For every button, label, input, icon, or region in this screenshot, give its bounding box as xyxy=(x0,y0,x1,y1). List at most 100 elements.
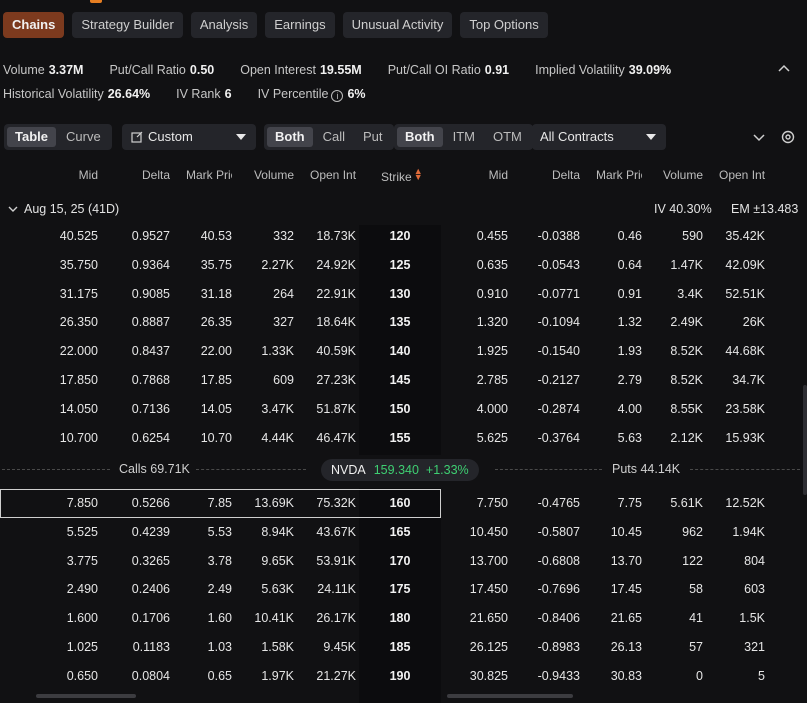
put-mid-cell[interactable]: 26.125 xyxy=(470,640,508,654)
put-delta-cell[interactable]: -0.0543 xyxy=(538,258,580,272)
call-mid-cell[interactable]: 17.850 xyxy=(60,373,98,387)
tab-chains[interactable]: Chains xyxy=(3,12,65,38)
table-row[interactable]: 5.525 0.4239 5.53 8.94K 43.67K 165 10.450 -0.58… xyxy=(0,518,807,547)
call-delta-cell[interactable]: 0.8437 xyxy=(132,344,170,358)
call-open-interest-cell[interactable]: 22.91K xyxy=(316,287,356,301)
put-mid-cell[interactable]: 4.000 xyxy=(477,402,508,416)
put-mark-price-cell[interactable]: 0.64 xyxy=(618,258,642,272)
table-row[interactable]: 2.490 0.2406 2.49 5.63K 24.11K 175 17.450 -0.76… xyxy=(0,575,807,604)
put-volume-cell[interactable]: 590 xyxy=(682,229,703,243)
type-call-button[interactable]: Call xyxy=(315,127,353,147)
call-volume-cell[interactable]: 4.44K xyxy=(261,431,294,445)
call-delta-cell[interactable]: 0.4239 xyxy=(132,525,170,539)
put-delta-cell[interactable]: -0.3764 xyxy=(538,431,580,445)
col-strike[interactable]: Strike ▲ ▼ xyxy=(381,167,423,185)
put-open-interest-cell[interactable]: 23.58K xyxy=(725,402,765,416)
call-delta-cell[interactable]: 0.3265 xyxy=(132,554,170,568)
table-row[interactable]: 0.650 0.0804 0.65 1.97K 21.27K 190 30.825 -0.94… xyxy=(0,662,807,691)
put-mark-price-cell[interactable]: 10.45 xyxy=(611,525,642,539)
table-row[interactable]: 1.600 0.1706 1.60 10.41K 26.17K 180 21.650 -0.8… xyxy=(0,604,807,633)
call-mid-cell[interactable]: 40.525 xyxy=(60,229,98,243)
call-volume-cell[interactable]: 9.65K xyxy=(261,554,294,568)
put-delta-cell[interactable]: -0.6808 xyxy=(538,554,580,568)
tab-top-options[interactable]: Top Options xyxy=(460,12,548,38)
col-put-mark-price[interactable]: Mark Price xyxy=(596,168,642,184)
put-delta-cell[interactable]: -0.2127 xyxy=(538,373,580,387)
call-mid-cell[interactable]: 14.050 xyxy=(60,402,98,416)
call-mark-price-cell[interactable]: 0.65 xyxy=(208,669,232,683)
table-row[interactable]: 14.050 0.7136 14.05 3.47K 51.87K 150 4.000 -0.2… xyxy=(0,395,807,424)
call-mark-price-cell[interactable]: 10.70 xyxy=(201,431,232,445)
put-delta-cell[interactable]: -0.1094 xyxy=(538,315,580,329)
put-mid-cell[interactable]: 17.450 xyxy=(470,582,508,596)
expiry-row[interactable]: Aug 15, 25 (41D) IV 40.30% EM ±13.483 xyxy=(0,199,807,221)
put-mark-price-cell[interactable]: 4.00 xyxy=(618,402,642,416)
col-put-open-interest[interactable]: Open Interest xyxy=(719,168,765,184)
table-row[interactable]: 31.175 0.9085 31.18 264 22.91K 130 0.910 -0.077… xyxy=(0,280,807,309)
put-volume-cell[interactable]: 122 xyxy=(682,554,703,568)
call-open-interest-cell[interactable]: 24.11K xyxy=(317,582,356,596)
chevron-down-icon[interactable] xyxy=(8,204,18,214)
call-mid-cell[interactable]: 2.490 xyxy=(67,582,98,596)
call-open-interest-cell[interactable]: 18.64K xyxy=(316,315,356,329)
info-icon[interactable]: i xyxy=(331,89,344,102)
call-delta-cell[interactable]: 0.7868 xyxy=(132,373,170,387)
contracts-select[interactable]: All Contracts xyxy=(532,124,666,150)
put-mark-price-cell[interactable]: 0.91 xyxy=(618,287,642,301)
put-mid-cell[interactable]: 1.925 xyxy=(477,344,508,358)
type-both-button[interactable]: Both xyxy=(267,127,313,147)
call-delta-cell[interactable]: 0.1183 xyxy=(133,640,170,654)
chevron-down-icon[interactable] xyxy=(750,128,768,146)
puts-scrollbar[interactable] xyxy=(447,694,573,698)
put-delta-cell[interactable]: -0.0388 xyxy=(538,229,580,243)
put-volume-cell[interactable]: 8.55K xyxy=(670,402,703,416)
call-volume-cell[interactable]: 8.94K xyxy=(261,525,294,539)
call-mid-cell[interactable]: 1.025 xyxy=(67,640,98,654)
type-put-button[interactable]: Put xyxy=(355,127,391,147)
call-volume-cell[interactable]: 1.33K xyxy=(261,344,294,358)
call-delta-cell[interactable]: 0.9364 xyxy=(132,258,170,272)
put-mid-cell[interactable]: 30.825 xyxy=(470,669,508,683)
call-volume-cell[interactable]: 1.97K xyxy=(261,669,294,683)
put-volume-cell[interactable]: 2.49K xyxy=(670,315,703,329)
call-mid-cell[interactable]: 0.650 xyxy=(67,669,98,683)
call-mark-price-cell[interactable]: 31.18 xyxy=(201,287,232,301)
call-open-interest-cell[interactable]: 43.67K xyxy=(316,525,356,539)
put-volume-cell[interactable]: 8.52K xyxy=(670,344,703,358)
put-open-interest-cell[interactable]: 35.42K xyxy=(725,229,765,243)
call-volume-cell[interactable]: 1.58K xyxy=(261,640,294,654)
call-volume-cell[interactable]: 609 xyxy=(273,373,294,387)
call-open-interest-cell[interactable]: 27.23K xyxy=(316,373,356,387)
put-delta-cell[interactable]: -0.0771 xyxy=(538,287,580,301)
put-open-interest-cell[interactable]: 5 xyxy=(758,669,765,683)
put-volume-cell[interactable]: 962 xyxy=(682,525,703,539)
view-table-button[interactable]: Table xyxy=(7,127,56,147)
call-mid-cell[interactable]: 26.350 xyxy=(60,315,98,329)
put-delta-cell[interactable]: -0.8406 xyxy=(538,611,580,625)
call-open-interest-cell[interactable]: 51.87K xyxy=(316,402,356,416)
call-open-interest-cell[interactable]: 9.45K xyxy=(323,640,356,654)
call-delta-cell[interactable]: 0.0804 xyxy=(132,669,170,683)
calls-scrollbar[interactable] xyxy=(36,694,136,698)
call-open-interest-cell[interactable]: 46.47K xyxy=(316,431,356,445)
put-mid-cell[interactable]: 0.910 xyxy=(477,287,508,301)
put-open-interest-cell[interactable]: 44.68K xyxy=(725,344,765,358)
call-open-interest-cell[interactable]: 24.92K xyxy=(316,258,356,272)
call-mark-price-cell[interactable]: 1.03 xyxy=(208,640,232,654)
put-delta-cell[interactable]: -0.7696 xyxy=(538,582,580,596)
call-volume-cell[interactable]: 5.63K xyxy=(261,582,294,596)
call-mark-price-cell[interactable]: 22.00 xyxy=(201,344,232,358)
col-call-mark-price[interactable]: Mark Price xyxy=(186,168,232,184)
put-mid-cell[interactable]: 7.750 xyxy=(477,496,508,510)
table-row[interactable]: 17.850 0.7868 17.85 609 27.23K 145 2.785 -0.212… xyxy=(0,366,807,395)
call-mid-cell[interactable]: 10.700 xyxy=(60,431,98,445)
put-open-interest-cell[interactable]: 12.52K xyxy=(725,496,765,510)
put-mid-cell[interactable]: 21.650 xyxy=(470,611,508,625)
table-row[interactable]: 3.775 0.3265 3.78 9.65K 53.91K 170 13.700 -0.68… xyxy=(0,547,807,576)
call-volume-cell[interactable]: 2.27K xyxy=(261,258,294,272)
call-delta-cell[interactable]: 0.1706 xyxy=(132,611,170,625)
put-delta-cell[interactable]: -0.9433 xyxy=(538,669,580,683)
call-mid-cell[interactable]: 5.525 xyxy=(67,525,98,539)
put-mid-cell[interactable]: 0.455 xyxy=(477,229,508,243)
call-delta-cell[interactable]: 0.9527 xyxy=(132,229,170,243)
